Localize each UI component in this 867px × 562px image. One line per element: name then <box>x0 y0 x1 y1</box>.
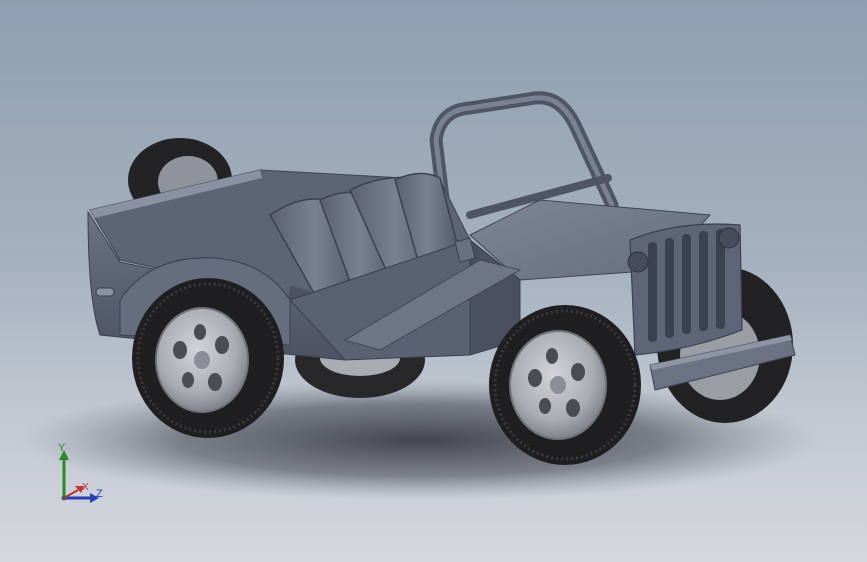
axis-y-label: Y <box>58 442 66 454</box>
wheel-rear-near <box>132 278 284 438</box>
grille <box>627 223 743 356</box>
graphics-viewport[interactable]: Y X Z <box>0 0 867 562</box>
wheel-front-near <box>489 305 641 465</box>
axis-x-label: X <box>82 482 89 493</box>
jeep-model[interactable] <box>0 0 867 562</box>
side-marker <box>95 287 115 297</box>
axis-z-label: Z <box>96 488 103 500</box>
coordinate-triad: Y X Z <box>52 440 112 510</box>
